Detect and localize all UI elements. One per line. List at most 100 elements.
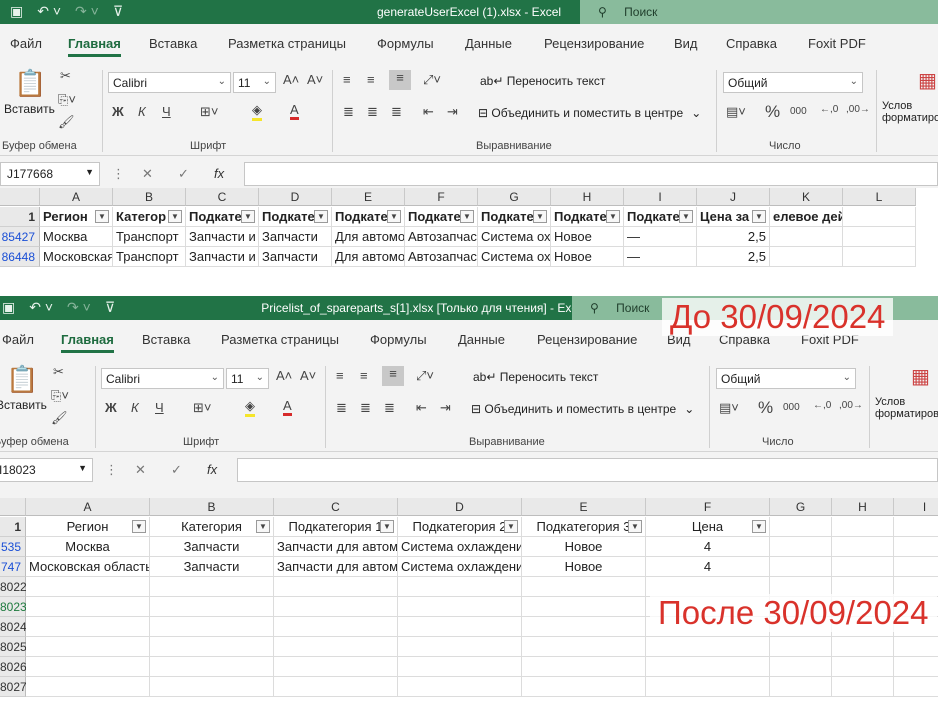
grid-cell[interactable]	[894, 557, 938, 577]
decrease-decimal-icon[interactable]: ,00→	[839, 400, 863, 411]
grid-cell[interactable]: Запчасти	[259, 247, 332, 267]
percent-button[interactable]: %	[765, 102, 780, 122]
grid-cell[interactable]: Запчасти для автомобилей	[274, 557, 398, 577]
align-left-icon[interactable]: ≣	[343, 104, 354, 120]
paste-icon[interactable]: 📋	[6, 364, 38, 394]
filter-dropdown-icon[interactable]: ▼	[679, 210, 693, 223]
filter-dropdown-icon[interactable]: ▼	[256, 520, 270, 533]
wrap-text-button[interactable]: ab↵ Переносить текст	[473, 370, 598, 384]
column-header-c[interactable]: C	[186, 188, 259, 206]
grid-cell[interactable]: Запчасти для автомобилей	[274, 537, 398, 557]
paste-button-label[interactable]: Вставить	[4, 102, 55, 116]
filter-dropdown-icon[interactable]: ▼	[95, 210, 109, 223]
copy-icon[interactable]: ⎘˅	[51, 388, 69, 404]
column-header-g[interactable]: G	[770, 498, 832, 516]
column-header-d[interactable]: D	[259, 188, 332, 206]
grid-cell[interactable]	[770, 557, 832, 577]
borders-icon[interactable]: ⊞˅	[193, 400, 211, 416]
grid-cell[interactable]	[274, 617, 398, 637]
filter-dropdown-icon[interactable]: ▼	[380, 520, 394, 533]
bold-button[interactable]: Ж	[105, 400, 117, 415]
filter-dropdown-icon[interactable]: ▼	[752, 520, 766, 533]
grid-cell[interactable]: Московская область	[26, 557, 150, 577]
align-top-icon[interactable]: ≡	[336, 368, 344, 383]
tab-page-layout[interactable]: Разметка страницы	[221, 332, 339, 347]
column-header-h[interactable]: H	[551, 188, 624, 206]
row-header[interactable]: 8026	[0, 657, 27, 677]
search-box[interactable]: ⚲ Поиск	[580, 0, 938, 24]
row-header[interactable]: 8024	[0, 617, 27, 637]
filter-dropdown-icon[interactable]: ▼	[314, 210, 328, 223]
grid-cell[interactable]	[832, 537, 894, 557]
column-header-b[interactable]: B	[113, 188, 186, 206]
align-left-icon[interactable]: ≣	[336, 400, 347, 416]
grid-cell[interactable]	[274, 677, 398, 697]
grid-cell[interactable]	[522, 597, 646, 617]
grid-cell[interactable]	[646, 677, 770, 697]
column-header-a[interactable]: A	[26, 498, 150, 516]
tab-help[interactable]: Справка	[726, 36, 777, 51]
align-middle-icon[interactable]: ≡	[360, 368, 368, 383]
underline-button[interactable]: Ч	[162, 104, 171, 119]
row-header[interactable]: 747	[0, 557, 26, 577]
grid-cell[interactable]	[894, 537, 938, 557]
grid-cell[interactable]	[770, 677, 832, 697]
grid-cell[interactable]	[770, 537, 832, 557]
grid-cell[interactable]: Москва	[26, 537, 150, 557]
grid-cell[interactable]: Новое	[551, 247, 624, 267]
increase-font-icon[interactable]: A˄	[283, 72, 299, 87]
column-header-e[interactable]: E	[332, 188, 405, 206]
grid-cell[interactable]: Запчасти и	[186, 247, 259, 267]
grid-cell[interactable]	[150, 577, 274, 597]
font-size-select[interactable]: 11 ⌄	[233, 72, 276, 93]
insert-function-icon[interactable]: fx	[214, 166, 224, 181]
borders-icon[interactable]: ⊞˅	[200, 104, 218, 120]
decrease-indent-icon[interactable]: ⇤	[416, 400, 427, 416]
increase-font-icon[interactable]: A˄	[276, 368, 292, 383]
grid-cell[interactable]	[26, 617, 150, 637]
filter-dropdown-icon[interactable]: ▼	[533, 210, 547, 223]
column-header-c[interactable]: C	[274, 498, 398, 516]
grid-cell[interactable]: Московская	[40, 247, 113, 267]
currency-icon[interactable]: ▤˅	[726, 104, 746, 120]
decrease-indent-icon[interactable]: ⇤	[423, 104, 434, 120]
formula-input[interactable]	[237, 458, 938, 482]
row-header[interactable]: 8027	[0, 677, 27, 697]
grid-cell[interactable]: Система ох	[478, 247, 551, 267]
grid-cell[interactable]: Запчасти и	[186, 227, 259, 247]
tab-foxit-pdf[interactable]: Foxit PDF	[808, 36, 866, 51]
cut-icon[interactable]: ✂	[60, 68, 71, 84]
grid-cell[interactable]	[894, 677, 938, 697]
row-header[interactable]: 8023	[0, 597, 27, 617]
align-top-icon[interactable]: ≡	[343, 72, 351, 87]
filter-dropdown-icon[interactable]: ▼	[460, 210, 474, 223]
thousands-button[interactable]: 000	[783, 402, 800, 413]
header-cell[interactable]	[894, 517, 938, 537]
header-cell[interactable]	[770, 517, 832, 537]
filter-dropdown-icon[interactable]: ▼	[241, 210, 255, 223]
column-header-j[interactable]: J	[697, 188, 770, 206]
grid-cell[interactable]: Москва	[40, 227, 113, 247]
tab-data[interactable]: Данные	[465, 36, 512, 51]
orientation-icon[interactable]: ⤢˅	[416, 368, 434, 384]
tab-home[interactable]: Главная	[61, 332, 114, 353]
orientation-icon[interactable]: ⤢˅	[423, 72, 441, 88]
increase-decimal-icon[interactable]: ←,0	[820, 104, 838, 115]
grid-cell[interactable]: Система охлаждения	[398, 557, 522, 577]
grid-cell[interactable]: 4	[646, 537, 770, 557]
tab-review[interactable]: Рецензирование	[544, 36, 644, 51]
grid-cell[interactable]: Новое	[551, 227, 624, 247]
header-cell[interactable]: елевое действие (руб)	[770, 207, 843, 227]
increase-decimal-icon[interactable]: ←,0	[813, 400, 831, 411]
grid-cell[interactable]: Система охлаждения	[398, 537, 522, 557]
grid-cell[interactable]: Автозапчас	[405, 227, 478, 247]
grid-cell[interactable]: Запчасти	[259, 227, 332, 247]
grid-cell[interactable]	[770, 657, 832, 677]
tab-file[interactable]: Файл	[2, 332, 34, 347]
tab-insert[interactable]: Вставка	[149, 36, 197, 51]
grid-cell[interactable]: Для автомо	[332, 247, 405, 267]
row-header[interactable]: 8025	[0, 637, 27, 657]
merge-center-button[interactable]: ⊟ Объединить и поместить в центре ⌄	[471, 402, 694, 416]
grid-cell[interactable]	[522, 577, 646, 597]
italic-button[interactable]: К	[131, 400, 139, 415]
